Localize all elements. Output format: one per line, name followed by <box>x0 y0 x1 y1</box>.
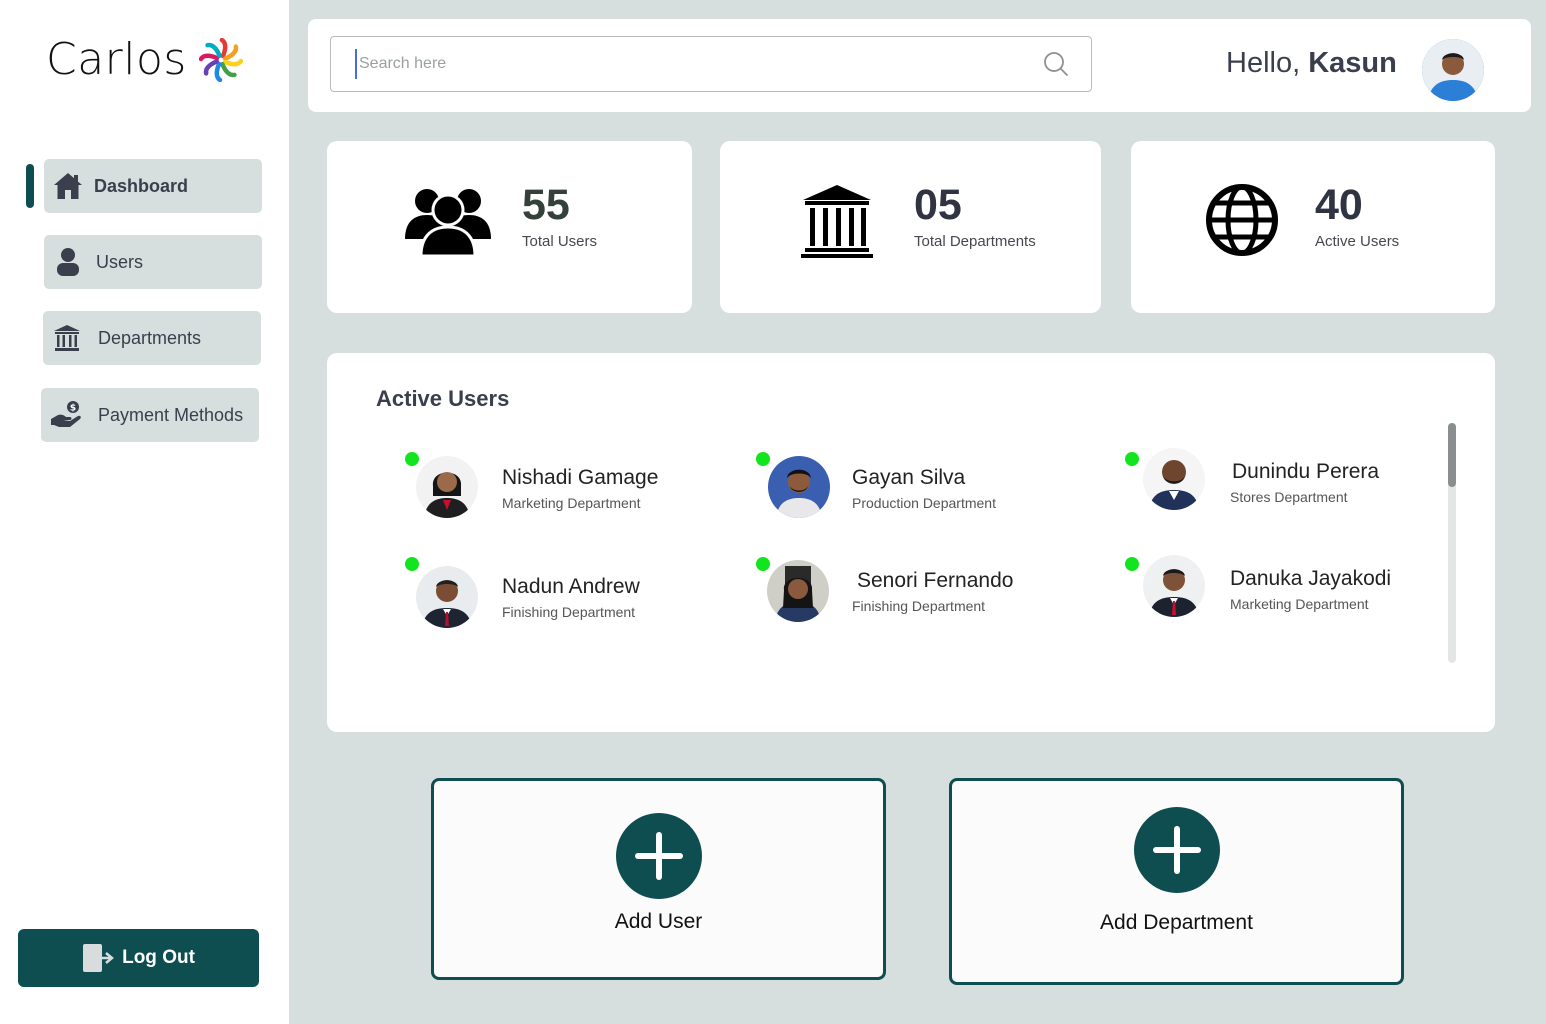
users-group-icon <box>405 189 491 257</box>
online-status-dot <box>756 452 770 466</box>
user-icon <box>56 247 80 277</box>
online-status-dot <box>756 557 770 571</box>
logout-icon <box>83 944 115 972</box>
user-name: Kasun <box>1308 47 1397 79</box>
search-input[interactable] <box>355 49 1015 79</box>
user-name: Nadun Andrew <box>502 575 640 598</box>
user-photo <box>1143 555 1205 617</box>
active-nav-indicator <box>26 164 34 208</box>
online-status-dot <box>405 452 419 466</box>
greeting-text: Hello, <box>1226 47 1301 79</box>
list-item[interactable]: Gayan Silva Production Department <box>756 452 1076 532</box>
brand-logo[interactable]: Carlos <box>46 34 243 85</box>
panel-title: Active Users <box>376 386 510 411</box>
stat-label: Total Users <box>522 233 598 250</box>
user-department: Marketing Department <box>502 495 641 511</box>
sidebar-item-users[interactable]: Users <box>44 235 262 289</box>
action-label: Add Department <box>1100 911 1253 934</box>
list-item[interactable]: Senori Fernando Finishing Department <box>756 557 1076 637</box>
user-name: Nishadi Gamage <box>502 466 659 489</box>
plus-icon <box>615 813 702 899</box>
sidebar-item-label: Payment Methods <box>98 404 244 425</box>
bank-icon <box>53 324 81 352</box>
stat-value: 40 <box>1315 181 1363 229</box>
user-department: Finishing Department <box>502 604 636 620</box>
user-name: Dunindu Perera <box>1232 460 1380 483</box>
sidebar-item-dashboard[interactable]: Dashboard <box>44 159 262 213</box>
sidebar: Carlos Dashboard Users Departments $ Pay… <box>0 0 289 1024</box>
user-name: Gayan Silva <box>852 466 966 489</box>
brand-name: Carlos <box>46 34 187 85</box>
hand-money-icon: $ <box>50 400 82 430</box>
list-item[interactable]: Nadun Andrew Finishing Department <box>405 557 725 637</box>
list-item[interactable]: Nishadi Gamage Marketing Department <box>405 452 725 532</box>
stat-card-active-users: 40 Active Users <box>1131 141 1495 313</box>
user-department: Finishing Department <box>852 598 986 614</box>
list-item[interactable]: Danuka Jayakodi Marketing Department <box>1125 555 1445 637</box>
online-status-dot <box>405 557 419 571</box>
stat-card-total-departments: 05 Total Departments <box>720 141 1101 313</box>
user-department: Production Department <box>852 495 996 511</box>
user-photo <box>1143 448 1205 510</box>
user-name: Senori Fernando <box>857 569 1014 592</box>
user-name: Danuka Jayakodi <box>1230 567 1392 590</box>
online-status-dot <box>1125 452 1139 466</box>
logout-label: Log Out <box>122 947 195 968</box>
svg-text:$: $ <box>70 404 76 414</box>
sidebar-item-payment-methods[interactable]: $ Payment Methods <box>41 388 259 442</box>
search-icon[interactable] <box>1043 51 1069 77</box>
active-users-panel: Active Users Nishadi Gamage Marketing De… <box>327 353 1495 732</box>
user-avatar-photo <box>1422 39 1484 101</box>
user-photo <box>416 456 478 518</box>
home-icon <box>53 172 83 200</box>
action-label: Add User <box>614 910 703 933</box>
top-header: Hello, Kasun <box>308 19 1531 112</box>
online-status-dot <box>1125 557 1139 571</box>
stat-label: Active Users <box>1315 233 1400 250</box>
avatar[interactable] <box>1422 39 1484 101</box>
sidebar-item-label: Users <box>96 251 144 272</box>
list-item[interactable]: Dunindu Perera Stores Department <box>1125 448 1445 532</box>
stat-label: Total Departments <box>914 233 1036 250</box>
greeting: Hello, Kasun <box>1226 47 1397 80</box>
sidebar-item-departments[interactable]: Departments <box>43 311 261 365</box>
stat-card-total-users: 55 Total Users <box>327 141 692 313</box>
sidebar-item-label: Departments <box>98 327 202 348</box>
stat-value: 05 <box>914 181 962 229</box>
search-box <box>330 36 1092 92</box>
plus-icon <box>1133 807 1220 893</box>
user-photo <box>416 566 478 628</box>
user-department: Stores Department <box>1230 489 1348 505</box>
add-department-button[interactable]: Add Department <box>949 778 1404 985</box>
pinwheel-logo-icon <box>198 37 243 82</box>
institution-icon <box>801 185 873 258</box>
scrollbar[interactable] <box>1448 423 1456 663</box>
globe-icon <box>1206 184 1278 256</box>
stat-value: 55 <box>522 181 570 229</box>
scrollbar-thumb[interactable] <box>1448 423 1456 487</box>
logout-button[interactable]: Log Out <box>18 929 259 987</box>
sidebar-item-label: Dashboard <box>94 175 189 196</box>
add-user-button[interactable]: Add User <box>431 778 886 980</box>
user-photo <box>768 456 830 518</box>
user-photo <box>767 560 829 622</box>
user-department: Marketing Department <box>1230 596 1369 612</box>
